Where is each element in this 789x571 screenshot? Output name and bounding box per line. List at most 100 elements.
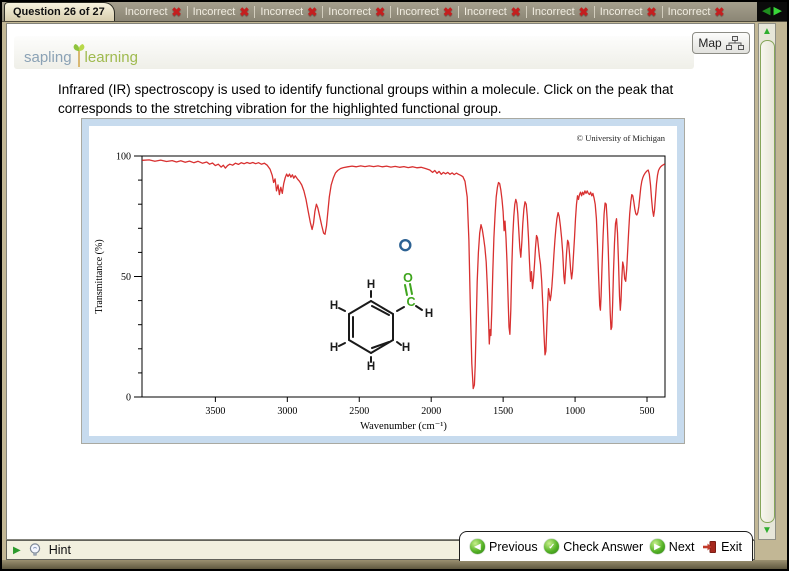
atom-label-h: H bbox=[330, 300, 338, 312]
molecule-bond bbox=[348, 300, 372, 315]
molecule-bond bbox=[396, 306, 405, 312]
x-axis-label: Wavenumber (cm⁻¹) bbox=[360, 421, 447, 432]
next-label: Next bbox=[668, 539, 695, 554]
exit-button[interactable]: Exit bbox=[701, 539, 742, 555]
molecule-bond bbox=[396, 341, 402, 346]
attempt-tabs: Incorrect ✖ Incorrect ✖ Incorrect ✖ Incorrect ✖… bbox=[115, 2, 757, 21]
y-axis-label: Transmittance (%) bbox=[94, 239, 105, 313]
y-tick-label: 100 bbox=[116, 152, 131, 163]
next-icon: ▶ bbox=[649, 539, 665, 554]
lightbulb-icon bbox=[29, 543, 40, 556]
tab-incorrect[interactable]: Incorrect ✖ bbox=[527, 5, 594, 19]
map-button[interactable]: Map bbox=[692, 32, 750, 54]
tab-incorrect[interactable]: Incorrect ✖ bbox=[188, 5, 255, 19]
incorrect-x-icon: ✖ bbox=[171, 4, 182, 19]
incorrect-label: Incorrect bbox=[531, 5, 575, 18]
molecule-bond bbox=[338, 307, 346, 312]
x-tick-label: 1000 bbox=[565, 406, 585, 417]
check-answer-button[interactable]: ✓ Check Answer bbox=[544, 539, 643, 554]
atom-label-h: H bbox=[367, 361, 375, 373]
incorrect-label: Incorrect bbox=[599, 5, 643, 18]
x-tick-label: 3500 bbox=[205, 406, 225, 417]
incorrect-label: Incorrect bbox=[464, 5, 507, 18]
incorrect-label: Incorrect bbox=[328, 5, 372, 18]
molecule-bond bbox=[338, 342, 346, 347]
check-answer-icon: ✓ bbox=[544, 539, 560, 554]
y-tick-label: 50 bbox=[121, 272, 131, 283]
molecule-bond bbox=[404, 284, 408, 296]
incorrect-label: Incorrect bbox=[667, 5, 711, 18]
app-window: Question 26 of 27 Incorrect ✖ Incorrect ✖ In… bbox=[0, 0, 789, 571]
answer-marker[interactable] bbox=[399, 238, 412, 252]
navigation-tab: ◀ Previous ✓ Check Answer ▶ Next Exit bbox=[459, 531, 753, 561]
molecule-bond bbox=[415, 305, 423, 311]
x-tick-label: 500 bbox=[640, 406, 655, 417]
incorrect-x-icon: ✖ bbox=[646, 4, 657, 19]
atom-label-c: C bbox=[406, 295, 415, 309]
vertical-scrollbar: ▲ ▼ bbox=[758, 23, 776, 540]
spectrum-chart-box: © University of Michigan 100 50 0 3500 3000 25… bbox=[89, 126, 677, 436]
header-band: sapling learning bbox=[14, 36, 694, 69]
exit-label: Exit bbox=[721, 539, 742, 554]
x-tick-label: 1500 bbox=[493, 406, 513, 417]
tab-scroll-left-icon[interactable]: ◀ bbox=[762, 6, 770, 17]
incorrect-label: Incorrect bbox=[396, 5, 439, 18]
question-text: Infrared (IR) spectroscopy is used to id… bbox=[58, 82, 674, 116]
incorrect-x-icon: ✖ bbox=[307, 4, 318, 19]
brand-word-learning: learning bbox=[84, 49, 138, 66]
scroll-down-icon[interactable]: ▼ bbox=[759, 524, 775, 538]
scrollbar-thumb[interactable] bbox=[760, 40, 775, 523]
ir-spectrum-chart[interactable]: © University of Michigan1005003500 3000 25… bbox=[89, 126, 677, 436]
hint-label[interactable]: Hint bbox=[49, 543, 71, 557]
y-tick-label: 0 bbox=[126, 393, 131, 404]
tab-incorrect[interactable]: Incorrect ✖ bbox=[120, 5, 187, 19]
sitemap-icon bbox=[725, 36, 744, 50]
check-answer-label: Check Answer bbox=[563, 539, 644, 554]
window-bottom-edge bbox=[2, 560, 787, 569]
exit-icon bbox=[703, 540, 717, 553]
incorrect-x-icon: ✖ bbox=[578, 4, 589, 19]
tab-incorrect[interactable]: Incorrect ✖ bbox=[595, 5, 662, 19]
credit-text: © University of Michigan bbox=[577, 133, 666, 143]
incorrect-x-icon: ✖ bbox=[714, 4, 725, 19]
incorrect-x-icon: ✖ bbox=[442, 4, 453, 19]
previous-label: Previous bbox=[489, 539, 538, 554]
x-tick-label: 2500 bbox=[349, 406, 369, 417]
tab-scroll-arrows: ◀ ▶ bbox=[757, 2, 787, 21]
tab-incorrect[interactable]: Incorrect ✖ bbox=[459, 5, 526, 19]
spectrum-panel: © University of Michigan 100 50 0 3500 3000 25… bbox=[81, 118, 685, 444]
hint-expand-icon[interactable]: ▶ bbox=[13, 545, 21, 556]
atom-label-o: O bbox=[403, 271, 413, 285]
atom-label-h: H bbox=[367, 279, 375, 291]
active-question-label: Question 26 of 27 bbox=[13, 6, 105, 18]
question-tab-bar: Question 26 of 27 Incorrect ✖ Incorrect ✖ In… bbox=[2, 2, 787, 22]
atom-label-h: H bbox=[402, 342, 410, 354]
atom-label-h: H bbox=[425, 308, 433, 320]
previous-button[interactable]: ◀ Previous bbox=[470, 539, 538, 554]
brand-word-sapling: sapling bbox=[24, 49, 72, 66]
main-content-panel: sapling learning Map Infrared (IR) spect… bbox=[6, 23, 755, 540]
molecule-bond bbox=[409, 283, 413, 295]
sapling-learning-logo: sapling learning bbox=[24, 42, 138, 68]
tab-active-question[interactable]: Question 26 of 27 bbox=[4, 2, 115, 21]
incorrect-x-icon: ✖ bbox=[510, 4, 521, 19]
tab-incorrect[interactable]: Incorrect ✖ bbox=[391, 5, 458, 19]
molecule-bond bbox=[348, 339, 372, 354]
map-button-label: Map bbox=[698, 36, 722, 50]
x-tick-label: 2000 bbox=[421, 406, 441, 417]
tab-scroll-right-icon[interactable]: ▶ bbox=[774, 6, 782, 17]
scroll-up-icon[interactable]: ▲ bbox=[759, 25, 775, 39]
incorrect-label: Incorrect bbox=[260, 5, 304, 18]
incorrect-x-icon: ✖ bbox=[239, 4, 250, 19]
x-tick-label: 3000 bbox=[277, 406, 297, 417]
incorrect-label: Incorrect bbox=[192, 5, 236, 18]
previous-icon: ◀ bbox=[470, 539, 485, 554]
tab-incorrect[interactable]: Incorrect ✖ bbox=[663, 5, 730, 19]
atom-label-h: H bbox=[330, 342, 338, 354]
tab-incorrect[interactable]: Incorrect ✖ bbox=[255, 5, 322, 19]
tab-incorrect[interactable]: Incorrect ✖ bbox=[323, 5, 390, 19]
molecule-structure: OCHHHHHH bbox=[330, 271, 433, 373]
incorrect-label: Incorrect bbox=[124, 5, 168, 18]
incorrect-x-icon: ✖ bbox=[375, 4, 386, 19]
next-button[interactable]: ▶ Next bbox=[649, 539, 695, 554]
